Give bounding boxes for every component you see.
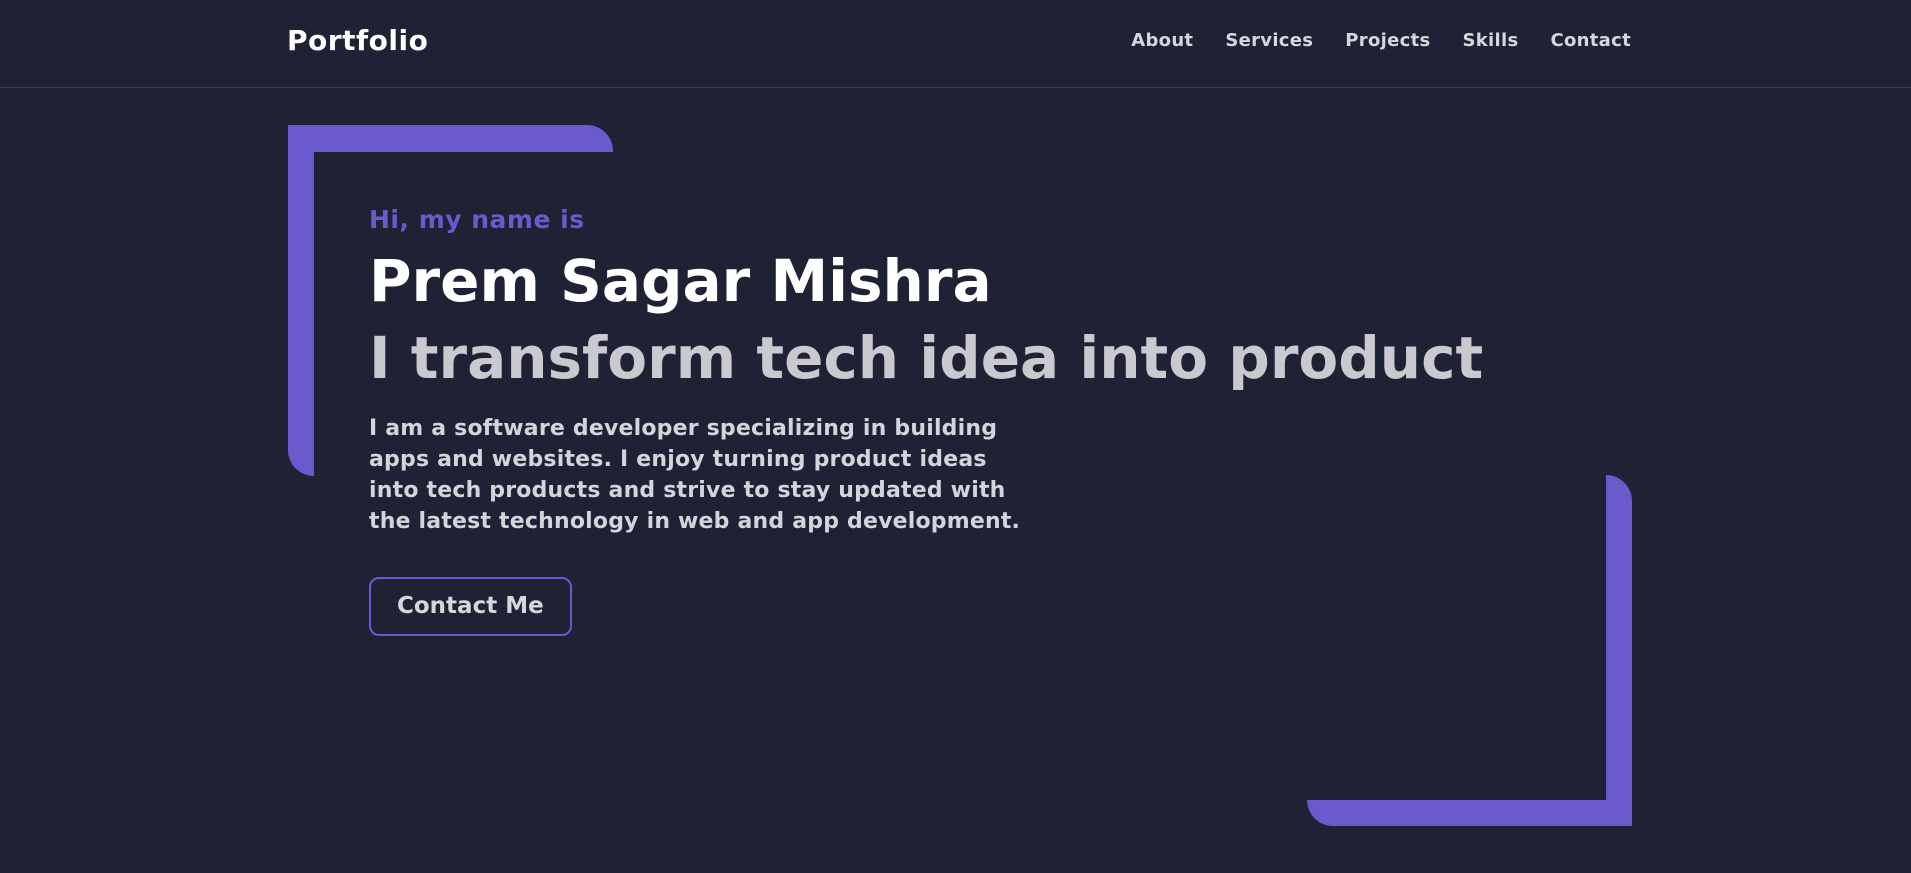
nav-contact[interactable]: Contact (1550, 30, 1631, 51)
nav-projects[interactable]: Projects (1345, 30, 1430, 51)
contact-me-button[interactable]: Contact Me (369, 577, 572, 637)
hero-tagline: I transform tech idea into product (369, 323, 1484, 392)
logo-link[interactable]: Portfolio (287, 24, 428, 57)
portfolio-page: Portfolio About Services Projects Skills… (0, 0, 1911, 873)
site-header: Portfolio About Services Projects Skills… (0, 0, 1911, 88)
main-nav: About Services Projects Skills Contact (1131, 30, 1631, 51)
nav-about[interactable]: About (1131, 30, 1193, 51)
hero-section: Hi, my name is Prem Sagar Mishra I trans… (369, 205, 1484, 637)
hero-greeting: Hi, my name is (369, 205, 585, 234)
nav-services[interactable]: Services (1225, 30, 1313, 51)
hero-name: Prem Sagar Mishra (369, 247, 992, 315)
nav-skills[interactable]: Skills (1463, 30, 1519, 51)
hero-description: I am a software developer specializing i… (369, 416, 1021, 535)
